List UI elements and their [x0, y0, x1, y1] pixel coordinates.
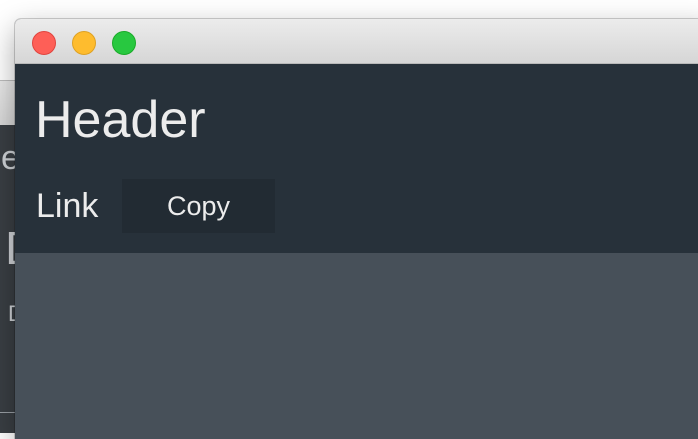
app-window: Header Link Copy: [15, 19, 698, 439]
minimize-window-button[interactable]: [72, 31, 96, 55]
close-window-button[interactable]: [32, 31, 56, 55]
page-header: Header Link Copy: [15, 64, 698, 253]
header-link[interactable]: Link: [36, 186, 98, 226]
content-area: [15, 253, 698, 439]
window-titlebar[interactable]: [15, 19, 698, 64]
copy-button[interactable]: Copy: [122, 179, 275, 233]
background-window-divider: [0, 412, 16, 413]
maximize-window-button[interactable]: [112, 31, 136, 55]
header-title: Header: [35, 91, 206, 149]
